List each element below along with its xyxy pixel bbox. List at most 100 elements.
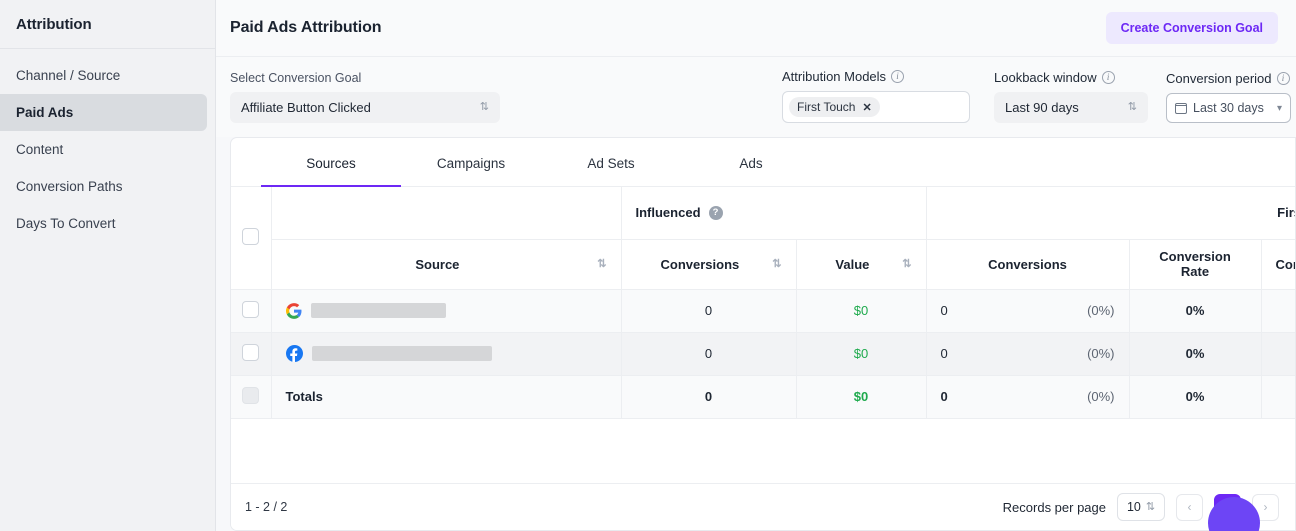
conversion-period-picker[interactable]: Last 30 days ▾ [1166,93,1291,123]
row-select-cell [231,289,272,333]
lookback-window-group: Lookback window i Last 90 days ⇅ [994,70,1148,123]
tab-ads[interactable]: Ads [681,138,821,187]
totals-ft-conversions-pct: (0%) [1087,389,1115,404]
table-footer: 1 - 2 / 2 Records per page 10 ⇅ ‹ 1 › [231,483,1295,530]
col-influenced-conversions[interactable]: Conversions ⇅ [621,239,797,290]
sort-icon[interactable]: ⇅ [597,258,606,270]
sidebar-nav: Channel / Source Paid Ads Content Conver… [0,49,215,242]
attribution-models-group: Attribution Models i First Touch ✕ [782,69,970,123]
page-title: Paid Ads Attribution [230,19,382,36]
totals-influenced-value: $0 [796,375,927,419]
col-source-label: Source [415,256,460,272]
stepper-icon: ⇅ [479,101,489,113]
col-ft-conversions[interactable]: Conversions [926,239,1130,290]
attribution-model-chip: First Touch ✕ [789,97,880,117]
col-influenced-value-inner: Value ⇅ [811,257,911,272]
cell-ft-clipped [1261,289,1295,333]
sidebar-item-channel-source[interactable]: Channel / Source [0,57,207,94]
row-source-cell [271,289,622,333]
sidebar-item-conversion-paths[interactable]: Conversion Paths [0,168,207,205]
tab-sources[interactable]: Sources [261,138,401,187]
tab-campaigns[interactable]: Campaigns [401,138,541,187]
cell-ft-conversions: 0 (0%) [926,289,1130,333]
create-conversion-goal-button[interactable]: Create Conversion Goal [1105,12,1278,44]
sidebar: Attribution Channel / Source Paid Ads Co… [0,0,216,531]
redacted-source-name [311,346,492,361]
table-row[interactable]: 0 $0 0 (0%) 0% [231,289,1295,333]
conversion-goal-value: Affiliate Button Clicked [241,100,371,115]
lookback-window-select[interactable]: Last 90 days ⇅ [994,92,1148,123]
sidebar-item-content[interactable]: Content [0,131,207,168]
sidebar-item-label: Conversion Paths [16,179,123,194]
attribution-models-label: Attribution Models i [782,69,970,84]
col-influenced-value[interactable]: Value ⇅ [796,239,927,290]
row-source-cell [271,332,622,376]
lookback-window-label: Lookback window i [994,70,1148,85]
tab-ad-sets[interactable]: Ad Sets [541,138,681,187]
info-icon[interactable]: i [891,70,905,83]
select-all-checkbox[interactable] [242,227,260,245]
prev-page-button[interactable]: ‹ [1176,493,1203,521]
source-cell-inner [272,345,621,362]
table-scroll-area[interactable]: Influenced ? First Touch Attribution Sou… [231,187,1295,483]
sort-icon[interactable]: ⇅ [902,258,911,270]
table-column-header-row: Source ⇅ Conversions ⇅ Value ⇅ Conversio… [231,239,1295,290]
select-all-cell [231,187,272,290]
records-per-page-select[interactable]: 10 ⇅ [1117,493,1165,521]
cell-influenced-conversions: 0 [621,332,797,376]
totals-ft-conversions: 0 (0%) [926,375,1130,419]
cell-influenced-value: $0 [796,332,927,376]
info-icon[interactable]: i [1101,71,1115,84]
facebook-icon [285,345,303,362]
row-checkbox[interactable] [242,300,260,318]
cell-ft-conversions-pct: (0%) [1087,346,1115,361]
conversion-goal-select[interactable]: Affiliate Button Clicked ⇅ [230,92,500,123]
sidebar-item-days-to-convert[interactable]: Days To Convert [0,205,207,242]
cell-ft-conversion-rate: 0% [1129,332,1262,376]
sort-icon[interactable]: ⇅ [772,258,781,270]
source-cell-inner [272,302,621,319]
row-checkbox[interactable] [242,343,260,361]
chevron-down-icon: ▾ [1276,102,1282,114]
attribution-table: Influenced ? First Touch Attribution Sou… [231,187,1295,419]
app-root: Attribution Channel / Source Paid Ads Co… [0,0,1296,531]
totals-ft-clipped [1261,375,1295,419]
cell-influenced-value: $0 [796,289,927,333]
conversion-goal-group: Select Conversion Goal Affiliate Button … [230,71,782,123]
group-influenced-label: Influenced [635,205,701,221]
totals-ft-conversions-count: 0 [940,389,948,404]
sidebar-item-label: Content [16,142,64,157]
table-row[interactable]: 0 $0 0 (0%) 0% [231,332,1295,376]
cell-ft-conversions-inner: 0 (0%) [927,303,1129,318]
table-card-wrapper: Sources Campaigns Ad Sets Ads Influenced… [216,137,1296,531]
help-icon[interactable]: ? [708,205,723,220]
cell-ft-clipped [1261,332,1295,376]
sidebar-title: Attribution [16,15,92,33]
close-icon[interactable]: ✕ [862,101,871,114]
table-totals-row: Totals 0 $0 0 (0%) 0% [231,375,1295,419]
col-ft-clipped[interactable]: Cor [1261,239,1295,290]
conversion-period-label: Conversion period i [1166,71,1291,86]
group-blank [271,187,622,240]
col-ft-conversion-rate[interactable]: Conversion Rate [1129,239,1262,290]
page-header: Paid Ads Attribution Create Conversion G… [216,0,1296,57]
group-influenced: Influenced ? [621,187,927,240]
col-influenced-conversions-inner: Conversions ⇅ [636,257,782,272]
totals-influenced-conversions: 0 [621,375,797,419]
sidebar-item-paid-ads[interactable]: Paid Ads [0,94,207,131]
filter-bar: Select Conversion Goal Affiliate Button … [216,57,1296,137]
cell-ft-conversions: 0 (0%) [926,332,1130,376]
col-source-inner: Source ⇅ [286,256,606,272]
cell-ft-conversion-rate: 0% [1129,289,1262,333]
attribution-models-input[interactable]: First Touch ✕ [782,91,970,123]
table-body: 0 $0 0 (0%) 0% 0 $0 0 (0%) 0% Totals 0 $… [231,289,1295,419]
tab-bar: Sources Campaigns Ad Sets Ads [231,138,1295,187]
col-influenced-conversions-label: Conversions [660,256,740,272]
info-icon[interactable]: i [1276,72,1290,85]
group-first-touch: First Touch Attribution [926,187,1295,240]
totals-label: Totals [271,375,622,419]
stepper-icon: ⇅ [1127,101,1137,113]
cell-ft-conversions-count: 0 [940,346,948,361]
col-source[interactable]: Source ⇅ [271,239,622,290]
totals-ft-conversion-rate: 0% [1129,375,1262,419]
